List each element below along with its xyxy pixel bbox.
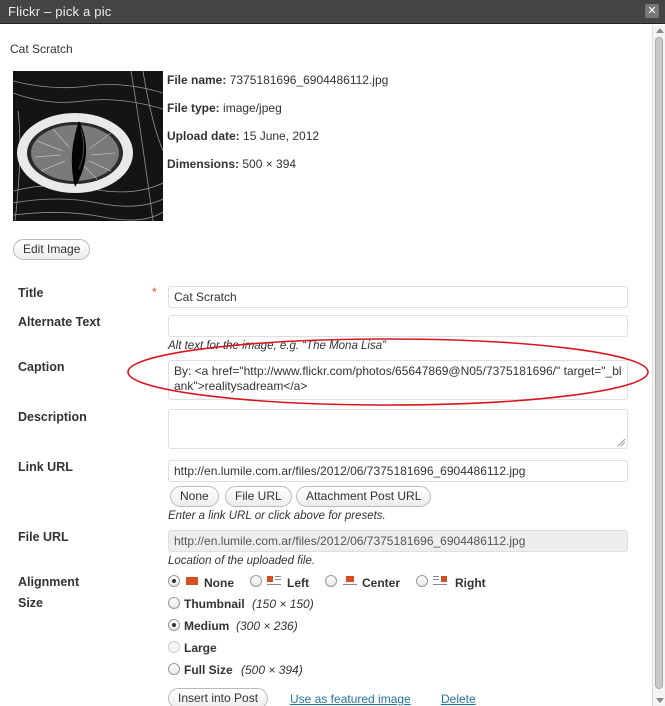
link-url-help: Enter a link URL or click above for pres… <box>168 510 386 522</box>
size-medium-dims: (300 × 236) <box>236 619 298 633</box>
upload-date-value: 15 June, 2012 <box>243 129 320 143</box>
file-url-label: File URL <box>18 530 69 544</box>
file-type-row: File type: image/jpeg <box>167 101 282 115</box>
file-url-input[interactable]: http://en.lumile.com.ar/files/2012/06/73… <box>168 530 628 552</box>
align-left-label[interactable]: Left <box>287 576 309 590</box>
upload-date-row: Upload date: 15 June, 2012 <box>167 129 319 143</box>
resize-grip-icon[interactable] <box>617 438 626 447</box>
window-title: Flickr – pick a pic <box>8 4 112 19</box>
align-left-radio[interactable] <box>250 575 262 587</box>
link-file-url-button[interactable]: File URL <box>225 486 292 507</box>
title-input[interactable]: Cat Scratch <box>168 286 628 308</box>
title-label: Title <box>18 286 44 300</box>
scrollbar-thumb[interactable] <box>655 37 663 689</box>
file-name-row: File name: 7375181696_6904486112.jpg <box>167 73 388 87</box>
size-thumbnail-dims: (150 × 150) <box>252 597 314 611</box>
alignment-label: Alignment <box>18 575 80 589</box>
dimensions-row: Dimensions: 500 × 394 <box>167 157 296 171</box>
align-none-radio[interactable] <box>168 575 180 587</box>
scroll-up-icon[interactable] <box>656 28 664 33</box>
close-icon[interactable]: ✕ <box>645 4 659 18</box>
align-center-radio[interactable] <box>325 575 337 587</box>
size-large-label[interactable]: Large <box>184 641 217 655</box>
caption-textarea[interactable]: By: <a href="http://www.flickr.com/photo… <box>168 360 628 400</box>
size-thumbnail-radio[interactable] <box>168 597 180 609</box>
size-thumbnail-label[interactable]: Thumbnail <box>184 597 245 611</box>
insert-into-post-button[interactable]: Insert into Post <box>168 688 269 706</box>
edit-image-button[interactable]: Edit Image <box>13 239 91 260</box>
link-none-button[interactable]: None <box>170 486 219 507</box>
align-none-label[interactable]: None <box>204 576 234 590</box>
description-textarea[interactable] <box>168 409 628 449</box>
scrollbar[interactable] <box>652 25 665 706</box>
size-large-radio[interactable] <box>168 641 180 653</box>
scroll-down-icon[interactable] <box>656 698 664 703</box>
post-title: Cat Scratch <box>10 42 73 56</box>
align-right-radio[interactable] <box>416 575 428 587</box>
size-full-dims: (500 × 394) <box>241 663 303 677</box>
media-panel: Cat Scratch File name: 7375181696_690448… <box>0 25 652 706</box>
file-type-label: File type: <box>167 101 220 115</box>
size-label: Size <box>18 596 44 610</box>
image-thumbnail <box>13 71 163 221</box>
align-center-icon <box>343 576 357 585</box>
file-type-value: image/jpeg <box>223 101 282 115</box>
required-mark: * <box>152 285 157 299</box>
size-full-radio[interactable] <box>168 663 180 675</box>
use-as-featured-image-link[interactable]: Use as featured image <box>290 692 411 706</box>
link-attachment-post-url-button[interactable]: Attachment Post URL <box>296 486 432 507</box>
file-name-label: File name: <box>167 73 227 87</box>
caption-label: Caption <box>18 360 65 374</box>
file-url-help: Location of the uploaded file. <box>168 555 316 567</box>
description-label: Description <box>18 410 87 424</box>
delete-link[interactable]: Delete <box>441 692 476 706</box>
align-center-label[interactable]: Center <box>362 576 400 590</box>
align-left-icon <box>267 576 281 585</box>
align-none-icon <box>186 577 198 585</box>
dimensions-value: 500 × 394 <box>242 157 297 171</box>
alt-text-label: Alternate Text <box>18 315 101 329</box>
alt-text-help: Alt text for the image, e.g. “The Mona L… <box>168 340 386 352</box>
upload-date-label: Upload date: <box>167 129 240 143</box>
size-medium-label[interactable]: Medium <box>184 619 229 633</box>
link-url-label: Link URL <box>18 460 73 474</box>
dimensions-label: Dimensions: <box>167 157 240 171</box>
align-right-icon <box>433 576 447 585</box>
link-url-input[interactable]: http://en.lumile.com.ar/files/2012/06/73… <box>168 460 628 482</box>
align-right-label[interactable]: Right <box>455 576 486 590</box>
size-full-label[interactable]: Full Size <box>184 663 233 677</box>
size-medium-radio[interactable] <box>168 619 180 631</box>
window-titlebar: Flickr – pick a pic ✕ <box>0 0 665 24</box>
file-name-value: 7375181696_6904486112.jpg <box>229 73 389 87</box>
alt-text-input[interactable] <box>168 315 628 337</box>
